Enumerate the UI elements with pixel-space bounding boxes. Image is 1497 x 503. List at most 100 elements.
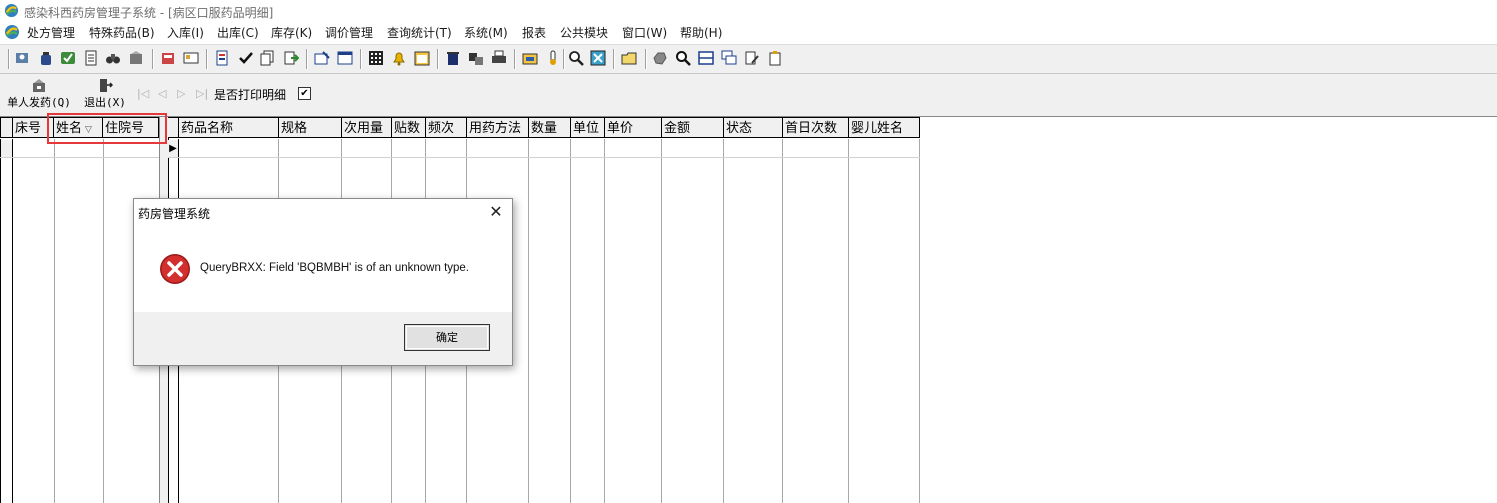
col-unit-price[interactable]: 单价 — [605, 117, 662, 138]
approve-icon[interactable] — [60, 50, 76, 66]
drug-row-selector[interactable]: ▶ — [168, 140, 178, 157]
search-icon[interactable] — [675, 50, 691, 66]
import-icon[interactable] — [283, 50, 299, 66]
grid-line — [604, 139, 605, 503]
toolbar-separator — [152, 49, 154, 69]
window-list-icon[interactable] — [337, 50, 353, 66]
transfer-icon[interactable] — [468, 50, 484, 66]
grid-line — [0, 139, 1, 503]
col-doses-count[interactable]: 贴数 — [392, 117, 426, 138]
toolbar-separator — [514, 49, 516, 69]
menu-query-stats[interactable]: 查询统计(T) — [387, 24, 452, 41]
exit-label: 退出(X) — [84, 96, 126, 109]
col-infant-name[interactable]: 婴儿姓名 — [849, 117, 920, 138]
menu-price-adjust[interactable]: 调价管理 — [325, 24, 373, 41]
export-doc-icon[interactable] — [767, 50, 783, 66]
zoom-icon[interactable] — [568, 50, 584, 66]
menu-prescription[interactable]: 处方管理 — [27, 24, 75, 41]
col-unit[interactable]: 单位 — [571, 117, 605, 138]
menu-window[interactable]: 窗口(W) — [622, 24, 667, 41]
app-logo-icon — [4, 3, 19, 18]
checklist-icon[interactable] — [238, 50, 254, 66]
edit-form-icon[interactable] — [314, 50, 330, 66]
document-list-icon[interactable] — [83, 50, 99, 66]
toolbar-separator — [437, 49, 439, 69]
grid-line — [723, 139, 724, 503]
menu-system[interactable]: 系统(M) — [464, 24, 508, 41]
split-window-icon[interactable] — [698, 50, 714, 66]
patient-row-indicator-header — [0, 117, 13, 138]
nav-last-button[interactable]: ▷| — [196, 87, 208, 100]
exit-button[interactable]: 退出(X) — [82, 78, 128, 110]
shape-icon[interactable] — [652, 50, 668, 66]
table-row — [0, 157, 159, 158]
col-usage-method[interactable]: 用药方法 — [467, 117, 529, 138]
thermometer-icon[interactable] — [545, 50, 561, 66]
dispense-icon[interactable] — [128, 50, 144, 66]
grid-line — [782, 139, 783, 503]
app-logo-icon[interactable] — [4, 24, 20, 40]
menu-stock-in[interactable]: 入库(I) — [167, 24, 204, 41]
col-dose[interactable]: 次用量 — [342, 117, 392, 138]
card-icon[interactable] — [183, 50, 199, 66]
error-icon — [160, 254, 190, 284]
exit-door-icon — [100, 79, 113, 92]
cascade-window-icon[interactable] — [721, 50, 737, 66]
print-detail-label: 是否打印明细 — [214, 88, 287, 102]
col-first-day-count[interactable]: 首日次数 — [783, 117, 849, 138]
toolbar-separator — [306, 49, 308, 69]
toolbar-separator — [645, 49, 647, 69]
open-folder-icon[interactable] — [621, 50, 637, 66]
print-detail-checkbox[interactable]: ✔ — [298, 87, 311, 100]
toolbar-separator — [613, 49, 615, 69]
edit-doc-icon[interactable] — [744, 50, 760, 66]
col-status[interactable]: 状态 — [724, 117, 783, 138]
col-quantity[interactable]: 数量 — [529, 117, 571, 138]
error-dialog: 药房管理系统 ✕ QueryBRXX: Field 'BQBMBH' is of… — [133, 198, 513, 366]
menu-stock-out[interactable]: 出库(C) — [217, 24, 259, 41]
col-spec[interactable]: 规格 — [279, 117, 342, 138]
binoculars-icon[interactable] — [105, 50, 121, 66]
calculator-icon[interactable] — [368, 50, 384, 66]
toolbar-separator — [563, 49, 565, 69]
toolbar-separator — [8, 49, 10, 69]
menu-public-module[interactable]: 公共模块 — [560, 24, 608, 41]
patient-icon[interactable] — [14, 50, 30, 66]
grid-line — [54, 139, 55, 503]
return-icon[interactable] — [160, 50, 176, 66]
nav-first-button[interactable]: |◁ — [137, 87, 149, 100]
folder-card-icon[interactable] — [522, 50, 538, 66]
calendar-icon[interactable] — [414, 50, 430, 66]
grid-line — [848, 139, 849, 503]
single-dispense-button[interactable]: 单人发药(Q) — [4, 78, 74, 110]
clear-icon[interactable] — [590, 50, 606, 66]
dialog-close-button[interactable]: ✕ — [486, 202, 506, 222]
print-preview-icon[interactable] — [491, 50, 507, 66]
menu-inventory[interactable]: 库存(K) — [271, 24, 312, 41]
table-row — [168, 157, 920, 158]
col-frequency[interactable]: 频次 — [426, 117, 467, 138]
nav-prev-button[interactable]: ◁ — [158, 87, 166, 100]
toolbar-separator — [360, 49, 362, 69]
grid-line — [661, 139, 662, 503]
bottle-icon[interactable] — [38, 50, 54, 66]
menu-help[interactable]: 帮助(H) — [680, 24, 722, 41]
menu-bar: 处方管理 特殊药品(B) 入库(I) 出库(C) 库存(K) 调价管理 查询统计… — [0, 22, 1497, 42]
copy-icon[interactable] — [259, 50, 275, 66]
menu-special-drugs[interactable]: 特殊药品(B) — [89, 24, 155, 41]
bell-icon[interactable] — [391, 50, 407, 66]
single-dispense-label: 单人发药(Q) — [7, 96, 71, 109]
dialog-title: 药房管理系统 — [138, 207, 211, 221]
patient-row-selector[interactable] — [1, 140, 12, 157]
highlight-box — [47, 113, 167, 144]
col-drug-name[interactable]: 药品名称 — [179, 117, 279, 138]
drug-row-indicator-header — [168, 117, 179, 138]
nav-next-button[interactable]: ▷ — [177, 87, 185, 100]
col-amount[interactable]: 金额 — [662, 117, 724, 138]
title-bar: 感染科西药房管理子系统 - [病区口服药品明细] — [0, 0, 1497, 22]
menu-reports[interactable]: 报表 — [522, 24, 546, 41]
ok-button[interactable]: 确定 — [404, 324, 490, 351]
grid-line — [919, 139, 920, 503]
report-icon[interactable] — [214, 50, 230, 66]
trash-icon[interactable] — [445, 50, 461, 66]
